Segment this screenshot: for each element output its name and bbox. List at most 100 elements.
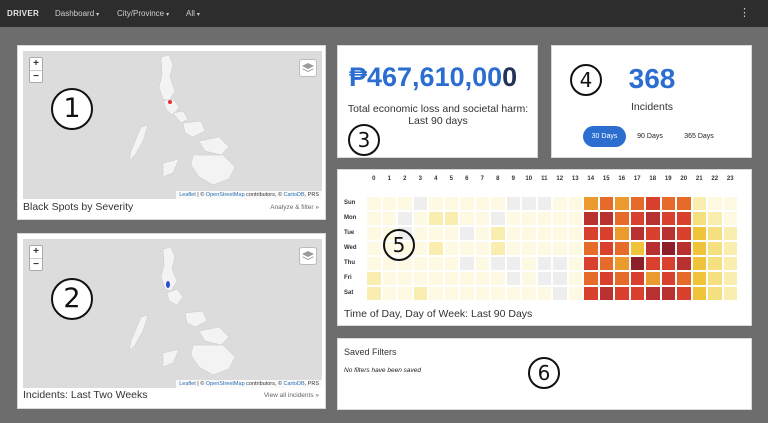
- heatmap-cell[interactable]: [598, 211, 614, 226]
- heatmap-cell[interactable]: [428, 211, 444, 226]
- heatmap-cell[interactable]: [614, 241, 630, 256]
- heatmap-cell[interactable]: [583, 286, 599, 301]
- heatmap-cell[interactable]: [490, 271, 506, 286]
- heatmap-cell[interactable]: [614, 226, 630, 241]
- heatmap-cell[interactable]: [428, 226, 444, 241]
- heatmap-cell[interactable]: [598, 241, 614, 256]
- heatmap-cell[interactable]: [660, 271, 676, 286]
- heatmap-cell[interactable]: [412, 196, 428, 211]
- heatmap-cell[interactable]: [366, 271, 382, 286]
- heatmap-cell[interactable]: [676, 241, 692, 256]
- heatmap-cell[interactable]: [552, 271, 568, 286]
- osm-link[interactable]: OpenStreetMap: [206, 192, 245, 198]
- heatmap-cell[interactable]: [614, 286, 630, 301]
- osm-link[interactable]: OpenStreetMap: [206, 381, 245, 387]
- heatmap-cell[interactable]: [521, 241, 537, 256]
- heatmap-cell[interactable]: [443, 241, 459, 256]
- heatmap-cell[interactable]: [691, 211, 707, 226]
- heatmap-cell[interactable]: [521, 211, 537, 226]
- heatmap-cell[interactable]: [381, 271, 397, 286]
- heatmap-cell[interactable]: [536, 286, 552, 301]
- heatmap-cell[interactable]: [645, 241, 661, 256]
- heatmap-cell[interactable]: [552, 196, 568, 211]
- heatmap-cell[interactable]: [583, 196, 599, 211]
- heatmap-cell[interactable]: [707, 271, 723, 286]
- heatmap-cell[interactable]: [521, 271, 537, 286]
- layers-icon[interactable]: [299, 247, 317, 265]
- heatmap-cell[interactable]: [691, 226, 707, 241]
- heatmap-cell[interactable]: [474, 196, 490, 211]
- heatmap-cell[interactable]: [459, 286, 475, 301]
- city-province-menu[interactable]: City/Province ▾: [117, 9, 169, 18]
- heatmap-cell[interactable]: [707, 286, 723, 301]
- heatmap-cell[interactable]: [567, 256, 583, 271]
- heatmap-cell[interactable]: [412, 256, 428, 271]
- heatmap-cell[interactable]: [474, 211, 490, 226]
- heatmap-cell[interactable]: [629, 226, 645, 241]
- heatmap-cell[interactable]: [521, 196, 537, 211]
- heatmap-cell[interactable]: [629, 286, 645, 301]
- heatmap-cell[interactable]: [412, 211, 428, 226]
- heatmap-cell[interactable]: [459, 226, 475, 241]
- heatmap-cell[interactable]: [536, 196, 552, 211]
- heatmap-cell[interactable]: [505, 211, 521, 226]
- heatmap-cell[interactable]: [474, 226, 490, 241]
- heatmap-cell[interactable]: [660, 256, 676, 271]
- heatmap-cell[interactable]: [459, 256, 475, 271]
- zoom-out-button[interactable]: −: [30, 258, 42, 270]
- heatmap-cell[interactable]: [722, 271, 738, 286]
- dashboard-menu[interactable]: Dashboard ▾: [55, 9, 99, 18]
- heatmap-cell[interactable]: [707, 241, 723, 256]
- heatmap-cell[interactable]: [490, 211, 506, 226]
- heatmap-cell[interactable]: [676, 286, 692, 301]
- heatmap-cell[interactable]: [443, 286, 459, 301]
- heatmap-cell[interactable]: [536, 241, 552, 256]
- black-spot-marker[interactable]: [168, 100, 172, 104]
- heatmap-cell[interactable]: [707, 226, 723, 241]
- heatmap-cell[interactable]: [645, 211, 661, 226]
- heatmap-cell[interactable]: [490, 256, 506, 271]
- heatmap-cell[interactable]: [505, 271, 521, 286]
- heatmap-cell[interactable]: [660, 196, 676, 211]
- heatmap-cell[interactable]: [381, 211, 397, 226]
- heatmap-cell[interactable]: [397, 196, 413, 211]
- heatmap-cell[interactable]: [722, 196, 738, 211]
- range-365-days-button[interactable]: 365 Days: [676, 126, 722, 147]
- zoom-out-button[interactable]: −: [30, 70, 42, 82]
- heatmap-cell[interactable]: [722, 211, 738, 226]
- heatmap-cell[interactable]: [676, 256, 692, 271]
- heatmap-cell[interactable]: [722, 226, 738, 241]
- heatmap-cell[interactable]: [691, 286, 707, 301]
- heatmap-cell[interactable]: [443, 256, 459, 271]
- heatmap-cell[interactable]: [412, 271, 428, 286]
- zoom-in-button[interactable]: +: [30, 246, 42, 258]
- incident-marker[interactable]: [166, 281, 170, 288]
- heatmap-cell[interactable]: [552, 286, 568, 301]
- leaflet-link[interactable]: Leaflet: [179, 192, 196, 198]
- heatmap-cell[interactable]: [676, 196, 692, 211]
- heatmap-cell[interactable]: [412, 226, 428, 241]
- heatmap-cell[interactable]: [660, 241, 676, 256]
- more-options-icon[interactable]: ⋮: [739, 6, 750, 19]
- heatmap-cell[interactable]: [567, 271, 583, 286]
- heatmap-cell[interactable]: [552, 241, 568, 256]
- heatmap-cell[interactable]: [629, 256, 645, 271]
- heatmap-cell[interactable]: [505, 256, 521, 271]
- heatmap-cell[interactable]: [366, 241, 382, 256]
- heatmap-cell[interactable]: [598, 271, 614, 286]
- heatmap-cell[interactable]: [583, 256, 599, 271]
- heatmap-cell[interactable]: [536, 256, 552, 271]
- heatmap-cell[interactable]: [443, 196, 459, 211]
- heatmap-cell[interactable]: [536, 211, 552, 226]
- heatmap-cell[interactable]: [707, 256, 723, 271]
- heatmap-cell[interactable]: [629, 196, 645, 211]
- heatmap-cell[interactable]: [397, 271, 413, 286]
- zoom-in-button[interactable]: +: [30, 58, 42, 70]
- heatmap-cell[interactable]: [521, 226, 537, 241]
- heatmap-cell[interactable]: [459, 241, 475, 256]
- heatmap-cell[interactable]: [660, 286, 676, 301]
- heatmap-cell[interactable]: [567, 286, 583, 301]
- heatmap-cell[interactable]: [443, 271, 459, 286]
- heatmap-cell[interactable]: [505, 286, 521, 301]
- heatmap-cell[interactable]: [583, 271, 599, 286]
